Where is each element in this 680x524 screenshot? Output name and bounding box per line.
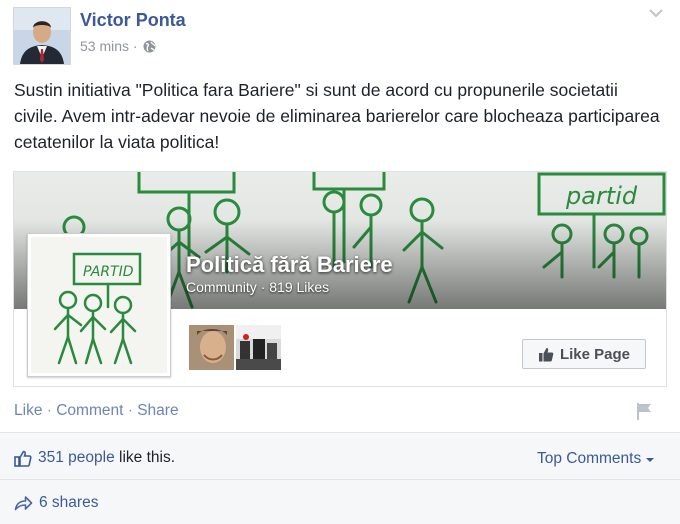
profile-drawing: PARTID (31, 237, 167, 373)
page-fans (189, 325, 281, 370)
timestamp-text[interactable]: 53 mins (80, 38, 129, 54)
meta-separator: · (132, 38, 138, 54)
shares-count: 6 shares (39, 494, 99, 511)
caret-down-icon (645, 458, 654, 462)
post-summary (0, 432, 680, 524)
comment-link[interactable]: Comment (56, 402, 123, 419)
page-name[interactable]: Politică fără Bariere (186, 252, 393, 278)
share-link[interactable]: Share (137, 402, 178, 419)
top-comments-label: Top Comments (537, 450, 642, 467)
author-avatar[interactable] (13, 7, 71, 65)
summary-divider (0, 479, 680, 480)
likes-suffix: like this. (119, 449, 176, 466)
author-name[interactable]: Victor Ponta (80, 10, 186, 31)
fan-avatar[interactable] (236, 325, 281, 370)
post-options-chevron-icon[interactable] (648, 6, 664, 24)
globe-icon[interactable] (143, 40, 157, 56)
page-likes-count: 819 Likes (269, 279, 330, 295)
likes-count-link[interactable]: 351 people (38, 449, 115, 466)
like-page-label: Like Page (559, 345, 631, 363)
action-separator: · (127, 402, 133, 419)
profile-sign-text: PARTID (83, 264, 134, 280)
shares-summary[interactable]: 6 shares (14, 494, 98, 512)
flag-icon[interactable] (634, 401, 654, 426)
fan-avatar[interactable] (189, 325, 234, 370)
page-subtitle: Community · 819 Likes (186, 279, 329, 295)
likes-summary: 351 people like this. (14, 449, 175, 467)
page-category: Community (186, 279, 257, 295)
post-timestamp[interactable]: 53 mins · (80, 38, 157, 56)
thumbs-up-icon (538, 347, 554, 361)
page-sub-separator: · (260, 279, 266, 295)
post-text: Sustin initiativa "Politica fara Bariere… (14, 80, 660, 152)
action-separator: · (46, 402, 52, 419)
page-profile-picture[interactable]: PARTID (27, 233, 171, 377)
post-actions: Like · Comment · Share (14, 402, 179, 420)
top-comments-dropdown[interactable]: Top Comments (537, 450, 654, 468)
thumbs-up-icon (14, 450, 32, 467)
like-page-button[interactable]: Like Page (522, 339, 646, 369)
share-arrow-icon (14, 496, 33, 511)
page-attachment-card[interactable]: partid PARTID Politică fără Bariere Comm… (13, 171, 667, 387)
like-link[interactable]: Like (14, 402, 42, 419)
